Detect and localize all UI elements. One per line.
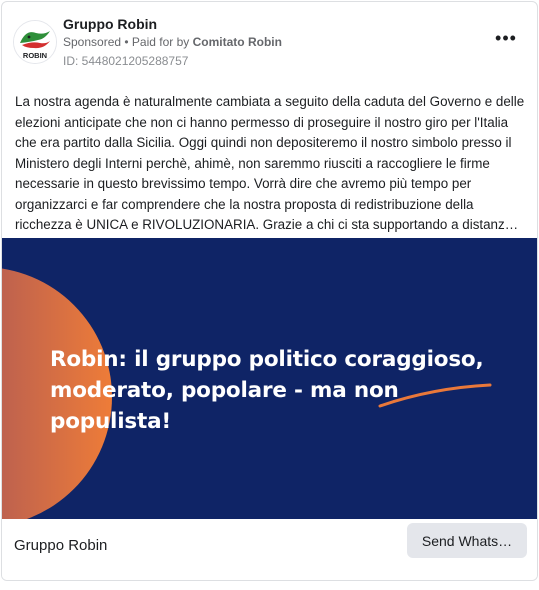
creative-headline: Robin: il gruppo politico coraggioso, mo… <box>50 344 520 437</box>
avatar[interactable]: ROBIN <box>13 20 57 64</box>
footer-page-name[interactable]: Gruppo Robin <box>14 537 107 554</box>
headline-line-2: moderato, popolare - ma non populista! <box>50 375 520 437</box>
ad-id: ID: 5448021205288757 <box>63 54 189 68</box>
sponsored-label: Sponsored <box>63 35 122 49</box>
ad-header: ROBIN Gruppo Robin Sponsored • Paid for … <box>2 2 537 82</box>
headline-struck-word: populista <box>50 409 162 434</box>
headline-line-2-start: moderato, popolare - ma non <box>50 378 399 403</box>
ad-footer: Gruppo Robin Send Whats… <box>2 519 537 580</box>
ad-creative-image[interactable]: Robin: il gruppo politico coraggioso, mo… <box>2 238 537 519</box>
ad-card: ROBIN Gruppo Robin Sponsored • Paid for … <box>1 1 538 581</box>
robin-logo-icon: ROBIN <box>14 21 56 63</box>
headline-line-1: Robin: il gruppo politico coraggioso, <box>50 347 484 372</box>
meta-separator: • <box>121 35 132 49</box>
headline-exclamation: ! <box>161 409 171 434</box>
paid-for-by: Comitato Robin <box>192 35 282 49</box>
send-whatsapp-button[interactable]: Send Whats… <box>407 523 527 558</box>
paid-for-prefix: Paid for by <box>131 35 193 49</box>
more-options-icon[interactable]: ••• <box>494 29 518 51</box>
page-name[interactable]: Gruppo Robin <box>63 16 157 32</box>
sponsored-meta: Sponsored • Paid for by Comitato Robin <box>63 35 282 49</box>
svg-text:ROBIN: ROBIN <box>23 51 47 60</box>
ad-body-text: La nostra agenda è naturalmente cambiata… <box>15 94 525 232</box>
